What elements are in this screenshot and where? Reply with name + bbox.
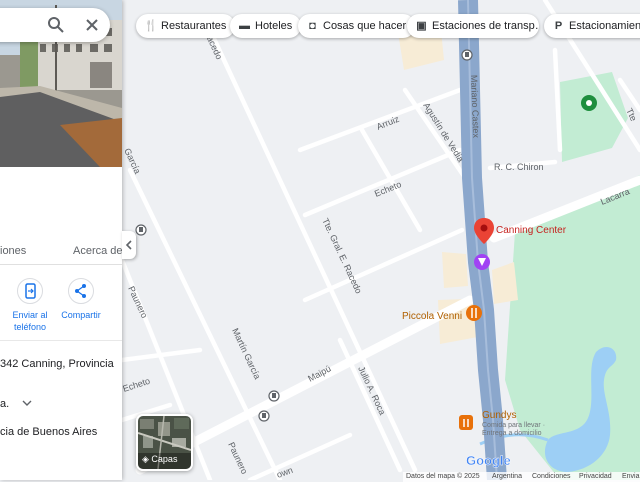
shopping-poi-icon: [474, 254, 490, 270]
divider: [0, 340, 122, 341]
bus-stop-icon: [258, 410, 270, 422]
chip-estacionamiento[interactable]: P Estacionamiento: [544, 14, 640, 38]
send-to-phone-icon: [17, 278, 43, 304]
camera-icon: ◘: [309, 20, 316, 32]
map-footer: Datos del mapa © 2025 Argentina Condicio…: [403, 472, 640, 482]
layers-label: ◈ Capas: [142, 454, 178, 464]
hours-row[interactable]: a.: [0, 398, 32, 410]
footer-country[interactable]: Argentina: [492, 473, 522, 480]
google-logo: Google: [466, 453, 511, 468]
train-icon: ▣: [416, 20, 427, 32]
chip-label: Estaciones de transp…: [432, 20, 539, 32]
label-gundys-line1: Comida para llevar ·: [482, 422, 545, 429]
label-rc-chiron: R. C. Chiron: [494, 162, 544, 172]
chip-restaurantes[interactable]: 🍴 Restaurantes: [136, 14, 236, 38]
place-photo[interactable]: [0, 0, 122, 167]
label-gundys-line2: Entrega a domicilio: [482, 430, 542, 437]
chip-label: Cosas que hacer: [323, 20, 407, 32]
collapse-panel-button[interactable]: [122, 231, 136, 259]
bus-stop-icon: [461, 49, 473, 61]
share-label: Compartir: [61, 310, 101, 320]
restaurant-poi-icon: [466, 305, 482, 321]
chip-estaciones-de-transporte[interactable]: ▣ Estaciones de transp…: [407, 14, 539, 38]
label-piccola-venni: Piccola Venni: [402, 311, 462, 322]
label-canning-center: Canning Center: [496, 225, 567, 236]
tab-acerca-de[interactable]: Acerca de: [73, 245, 122, 257]
parking-icon: P: [554, 20, 563, 32]
address-text[interactable]: 342 Canning, Provincia: [0, 358, 114, 370]
region-text: cia de Buenos Aires: [0, 426, 98, 438]
bed-icon: ▬: [239, 20, 250, 32]
layers-button[interactable]: ◈ Capas: [136, 414, 193, 471]
chip-hoteles[interactable]: ▬ Hoteles: [230, 14, 302, 38]
footer-terms[interactable]: Condiciones: [532, 473, 571, 480]
layers-icon: ◈: [142, 454, 152, 464]
commercial-area: [442, 252, 468, 288]
chevron-down-icon: [22, 400, 32, 406]
footer-privacy[interactable]: Privacidad: [579, 473, 612, 480]
place-tabs: iones Acerca de: [0, 240, 122, 265]
tab-opiniones[interactable]: iones: [0, 245, 26, 257]
place-panel: iones Acerca de Enviar al teléfono Compa…: [0, 0, 122, 480]
hours-text: a.: [0, 398, 10, 410]
chip-label: Estacionamiento: [569, 20, 640, 32]
share-button[interactable]: Compartir: [51, 278, 111, 321]
label-gundys: Gundys: [482, 410, 516, 421]
bus-stop-icon: [268, 390, 280, 402]
fast-food-poi-icon: [459, 415, 473, 430]
close-icon[interactable]: [82, 15, 102, 35]
fork-knife-icon: 🍴: [144, 20, 158, 32]
footer-data: Datos del mapa © 2025: [406, 473, 480, 480]
chip-label: Restaurantes: [161, 20, 227, 32]
send-to-phone-label-2: teléfono: [13, 322, 47, 332]
bus-stop-icon: [135, 224, 147, 236]
park-marker-icon: [581, 95, 597, 111]
share-icon: [68, 278, 94, 304]
chip-cosas-que-hacer[interactable]: ◘ Cosas que hacer: [298, 14, 416, 38]
chip-label: Hoteles: [255, 20, 293, 32]
footer-feedback[interactable]: Envia: [622, 473, 640, 480]
search-icon[interactable]: [46, 15, 66, 35]
search-box[interactable]: [0, 8, 110, 42]
chevron-left-icon: [125, 240, 132, 250]
